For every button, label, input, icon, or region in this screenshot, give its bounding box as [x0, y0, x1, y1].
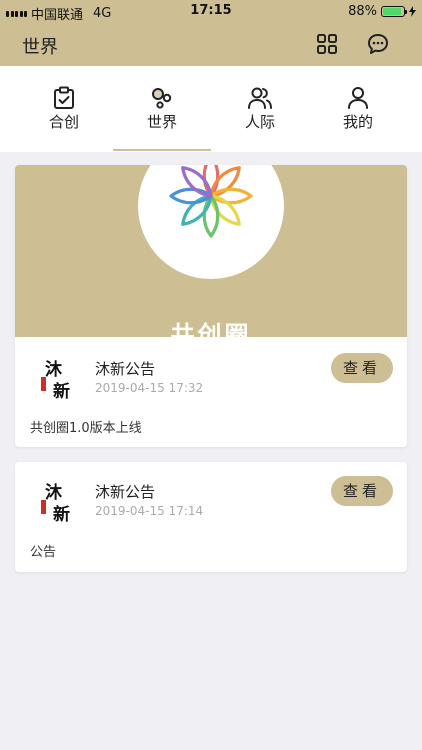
post-title: 沐新公告	[95, 360, 156, 378]
tab-shijie[interactable]: 世界	[113, 66, 211, 152]
banner-logo-circle	[138, 165, 284, 279]
tab-label: 合创	[48, 113, 79, 131]
banner-image: 共创圈	[15, 165, 407, 337]
post-time: 2019-04-15 17:32	[95, 381, 204, 395]
seal-stamp-icon	[41, 377, 46, 391]
battery-percent: 88%	[348, 4, 377, 19]
tab-label: 世界	[146, 113, 177, 131]
tab-wode[interactable]: 我的	[309, 66, 407, 152]
battery-fill	[383, 8, 401, 15]
battery-icon	[381, 6, 407, 17]
active-tab-indicator	[113, 149, 211, 151]
seal-stamp-icon	[41, 500, 46, 514]
tab-label: 人际	[244, 113, 275, 131]
post-card[interactable]: 共创圈 沐 新 沐新公告 2019-04-15 17:32 查看 共创圈1.0版…	[15, 165, 407, 447]
status-bar: 中国联通 4G 17:15 88%	[0, 0, 422, 24]
view-button[interactable]: 查看	[331, 353, 393, 383]
tab-label: 我的	[342, 113, 373, 131]
nav-bar: 世界	[0, 24, 422, 66]
post-title: 沐新公告	[95, 483, 156, 501]
flower-logo-icon	[169, 165, 253, 238]
people-icon	[248, 87, 272, 109]
tab-bar: 合创 世界 人际 我的	[0, 66, 422, 152]
post-card[interactable]: 沐 新 沐新公告 2019-04-15 17:14 查看 公告	[15, 462, 407, 572]
grid-icon[interactable]	[315, 32, 339, 56]
company-logo: 沐 新	[31, 476, 87, 532]
company-logo: 沐 新	[31, 353, 87, 409]
post-body: 共创圈1.0版本上线	[30, 421, 142, 436]
logo-char-2: 新	[53, 382, 70, 402]
logo-char-2: 新	[53, 505, 70, 525]
banner-title: 共创圈	[170, 321, 252, 337]
clipboard-check-icon	[54, 86, 74, 109]
status-right: 88%	[348, 4, 416, 19]
post-time: 2019-04-15 17:14	[95, 504, 204, 518]
charging-icon	[409, 6, 416, 17]
tab-hechuang[interactable]: 合创	[15, 66, 113, 152]
page-title: 世界	[22, 37, 58, 58]
chat-icon[interactable]	[366, 32, 390, 56]
view-button[interactable]: 查看	[331, 476, 393, 506]
post-body: 公告	[30, 545, 57, 560]
tab-renji[interactable]: 人际	[211, 66, 309, 152]
person-icon	[348, 87, 368, 109]
bubbles-icon	[152, 88, 172, 109]
